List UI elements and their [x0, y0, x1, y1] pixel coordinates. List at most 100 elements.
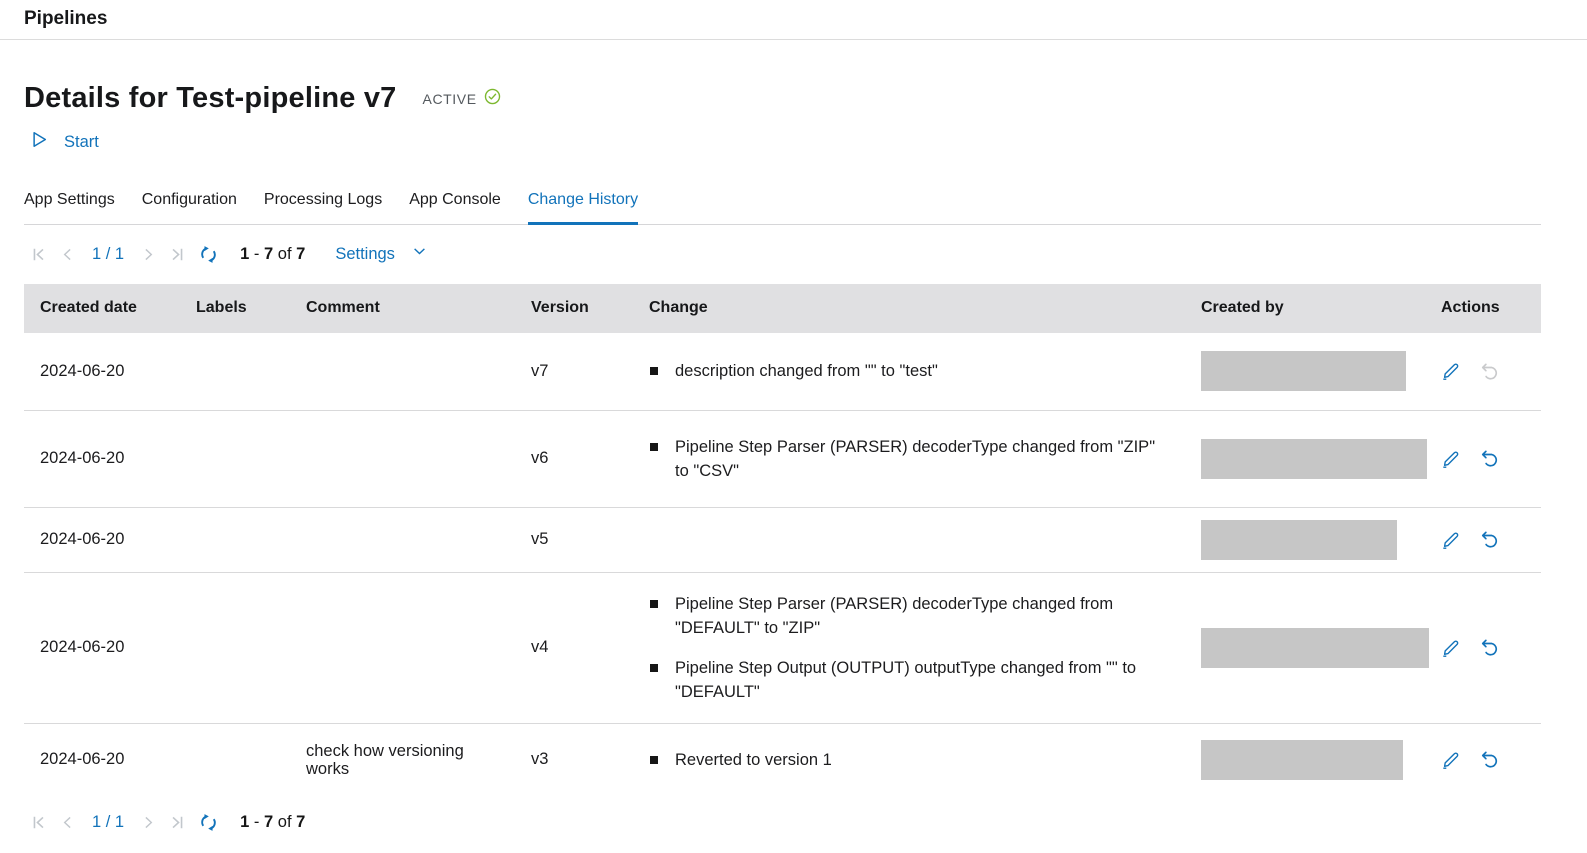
start-button[interactable]: Start — [24, 129, 99, 155]
version-cell: v4 — [515, 572, 633, 723]
actions-cell — [1425, 572, 1541, 723]
table-row: 2024-06-20 v5 — [24, 507, 1541, 572]
range-end: 7 — [264, 245, 273, 263]
created-by-cell — [1185, 723, 1425, 796]
prev-page-button[interactable] — [60, 247, 75, 262]
tab-app-settings[interactable]: App Settings — [24, 191, 115, 225]
column-comment: Comment — [290, 284, 515, 333]
table-row: 2024-06-20 v6 Pipeline Step Parser (PARS… — [24, 410, 1541, 507]
range-separator: - — [254, 245, 260, 263]
tab-bar: App Settings Configuration Processing Lo… — [24, 191, 1541, 225]
version-cell: v3 — [515, 723, 633, 796]
change-cell: Pipeline Step Parser (PARSER) decoderTyp… — [633, 572, 1185, 723]
comment-cell: check how versioning works — [290, 723, 515, 796]
column-version: Version — [515, 284, 633, 333]
first-page-button[interactable] — [30, 814, 47, 831]
table-row: 2024-06-20 v4 Pipeline Step Parser (PARS… — [24, 572, 1541, 723]
change-cell: description changed from "" to "test" — [633, 333, 1185, 410]
tab-processing-logs[interactable]: Processing Logs — [264, 191, 382, 225]
undo-icon[interactable] — [1480, 448, 1501, 469]
change-history-table: Created date Labels Comment Version Chan… — [24, 284, 1541, 796]
created-date-cell: 2024-06-20 — [24, 333, 180, 410]
last-page-button[interactable] — [169, 814, 186, 831]
change-cell: Pipeline Step Parser (PARSER) decoderTyp… — [633, 410, 1185, 507]
table-row: 2024-06-20 check how versioning works v3… — [24, 723, 1541, 796]
check-circle-icon — [484, 88, 501, 110]
redacted-user — [1201, 628, 1429, 668]
refresh-icon[interactable] — [199, 813, 218, 832]
settings-button[interactable]: Settings — [335, 244, 427, 264]
pagination-bottom: 1 / 1 1 - 7 of 7 — [24, 796, 1541, 832]
tab-app-console[interactable]: App Console — [409, 191, 501, 225]
range-total: 7 — [296, 813, 305, 831]
range-separator: - — [254, 813, 260, 831]
pencil-icon[interactable] — [1441, 361, 1461, 381]
app-title: Pipelines — [24, 8, 1563, 30]
status-badge: ACTIVE — [423, 88, 501, 110]
change-cell — [633, 507, 1185, 572]
title-row: Details for Test-pipeline v7 ACTIVE — [24, 82, 1541, 115]
undo-icon[interactable] — [1480, 637, 1501, 658]
page-indicator: 1 / 1 — [92, 245, 124, 264]
labels-cell — [180, 410, 290, 507]
pencil-icon[interactable] — [1441, 750, 1461, 770]
pencil-icon[interactable] — [1441, 530, 1461, 550]
created-by-cell — [1185, 572, 1425, 723]
change-item: Reverted to version 1 — [649, 748, 1169, 772]
range-start: 1 — [240, 813, 249, 831]
redacted-user — [1201, 351, 1406, 391]
start-label: Start — [64, 133, 99, 152]
settings-label: Settings — [335, 245, 395, 264]
next-page-button[interactable] — [141, 247, 156, 262]
created-date-cell: 2024-06-20 — [24, 572, 180, 723]
created-by-cell — [1185, 410, 1425, 507]
redacted-user — [1201, 740, 1403, 780]
actions-cell — [1425, 723, 1541, 796]
undo-icon[interactable] — [1480, 749, 1501, 770]
version-cell: v5 — [515, 507, 633, 572]
created-date-cell: 2024-06-20 — [24, 507, 180, 572]
range-total: 7 — [296, 245, 305, 263]
change-item: Pipeline Step Parser (PARSER) decoderTyp… — [649, 592, 1169, 640]
column-labels: Labels — [180, 284, 290, 333]
play-icon — [28, 129, 49, 155]
change-item: description changed from "" to "test" — [649, 359, 1169, 383]
created-date-cell: 2024-06-20 — [24, 410, 180, 507]
refresh-icon[interactable] — [199, 245, 218, 264]
range-text: 1 - 7 of 7 — [240, 813, 305, 832]
tab-change-history[interactable]: Change History — [528, 191, 638, 225]
actions-cell — [1425, 507, 1541, 572]
page-title: Details for Test-pipeline v7 — [24, 82, 397, 115]
tab-configuration[interactable]: Configuration — [142, 191, 237, 225]
redacted-user — [1201, 439, 1427, 479]
version-cell: v7 — [515, 333, 633, 410]
comment-cell — [290, 410, 515, 507]
created-by-cell — [1185, 507, 1425, 572]
comment-cell — [290, 507, 515, 572]
pencil-icon[interactable] — [1441, 449, 1461, 469]
change-item: Pipeline Step Parser (PARSER) decoderTyp… — [649, 435, 1169, 483]
column-created-date: Created date — [24, 284, 180, 333]
change-cell: Reverted to version 1 — [633, 723, 1185, 796]
column-created-by: Created by — [1185, 284, 1425, 333]
column-actions: Actions — [1425, 284, 1541, 333]
table-row: 2024-06-20 v7 description changed from "… — [24, 333, 1541, 410]
first-page-button[interactable] — [30, 246, 47, 263]
table-header-row: Created date Labels Comment Version Chan… — [24, 284, 1541, 333]
prev-page-button[interactable] — [60, 815, 75, 830]
undo-icon[interactable] — [1480, 361, 1501, 382]
chevron-down-icon — [412, 244, 427, 264]
redacted-user — [1201, 520, 1397, 560]
comment-cell — [290, 572, 515, 723]
version-cell: v6 — [515, 410, 633, 507]
status-label: ACTIVE — [423, 91, 477, 107]
actions-cell — [1425, 333, 1541, 410]
last-page-button[interactable] — [169, 246, 186, 263]
of-label: of — [278, 813, 292, 831]
next-page-button[interactable] — [141, 815, 156, 830]
undo-icon[interactable] — [1480, 529, 1501, 550]
page-indicator: 1 / 1 — [92, 813, 124, 832]
created-date-cell: 2024-06-20 — [24, 723, 180, 796]
of-label: of — [278, 245, 292, 263]
pencil-icon[interactable] — [1441, 638, 1461, 658]
